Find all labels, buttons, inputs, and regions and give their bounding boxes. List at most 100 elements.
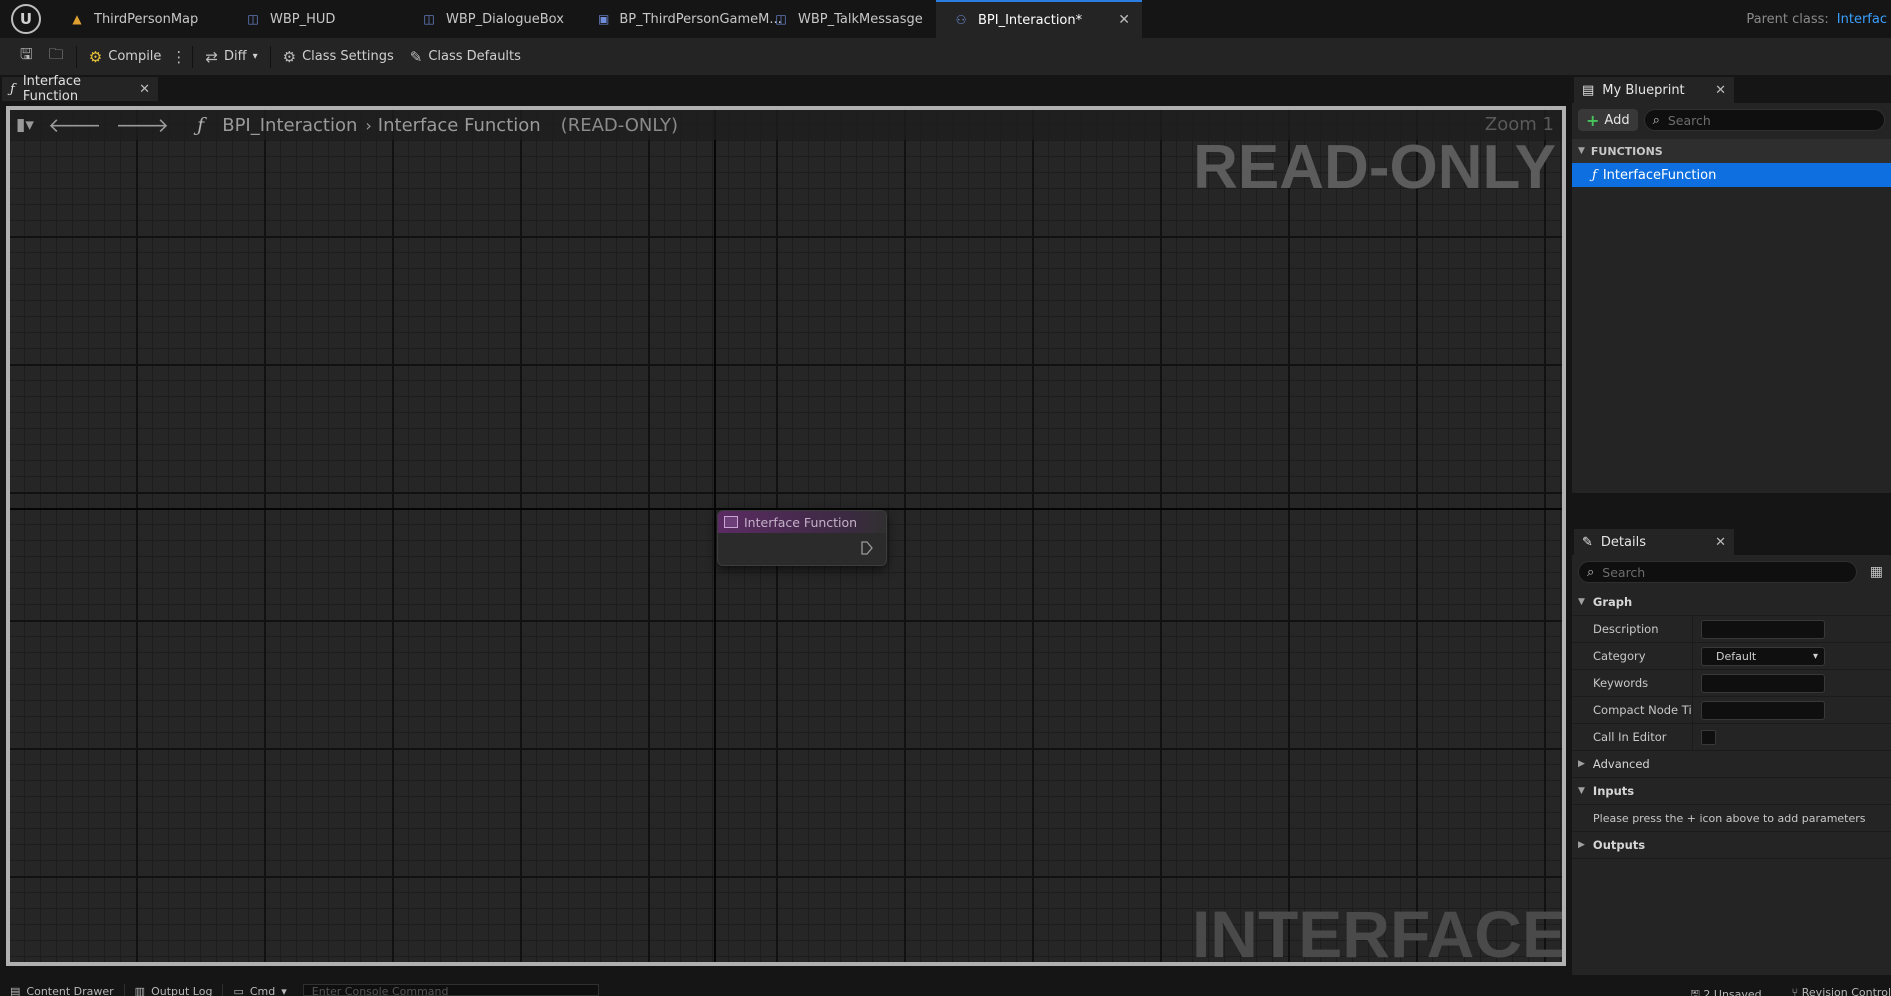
description-row: Description bbox=[1572, 616, 1891, 643]
tab-wbp-hud[interactable]: ◫ WBP_HUD bbox=[228, 0, 404, 38]
table-view-icon[interactable]: ▦ bbox=[1870, 564, 1883, 580]
close-tab-icon[interactable]: ✕ bbox=[1715, 83, 1726, 98]
outputs-section-header[interactable]: ▶ Outputs bbox=[1572, 832, 1891, 859]
functions-section-header[interactable]: ▼ FUNCTIONS bbox=[1572, 139, 1891, 163]
close-tab-icon[interactable]: ✕ bbox=[1715, 535, 1726, 550]
advanced-section-header[interactable]: ▶ Advanced bbox=[1572, 751, 1891, 778]
details-search-input[interactable]: ⌕ Search bbox=[1578, 561, 1857, 583]
tab-label: ThirdPersonMap bbox=[94, 11, 199, 27]
compact-node-title-field[interactable] bbox=[1701, 700, 1825, 720]
graph-section-header[interactable]: ▼ Graph bbox=[1572, 589, 1891, 616]
console-icon: ▭ bbox=[233, 984, 244, 996]
inputs-section-header[interactable]: ▼ Inputs bbox=[1572, 778, 1891, 805]
compile-button[interactable]: ⚙ Compile bbox=[81, 42, 170, 72]
diff-button[interactable]: ⇄ Diff ▾ bbox=[197, 42, 265, 72]
compile-label: Compile bbox=[108, 49, 162, 64]
graph-tab-strip: ƒ Interface Function ✕ bbox=[0, 74, 1572, 104]
collapse-triangle-icon: ▼ bbox=[1578, 786, 1585, 796]
description-field[interactable] bbox=[1701, 619, 1825, 639]
forward-arrow-icon[interactable]: 🡒 bbox=[116, 113, 170, 137]
toolbar-divider bbox=[269, 45, 271, 68]
widget-blueprint-icon: ◫ bbox=[775, 12, 787, 26]
toolbar-divider bbox=[75, 45, 77, 68]
unreal-logo-icon[interactable]: U bbox=[0, 0, 52, 38]
function-item-interfacefunction[interactable]: ƒ InterfaceFunction bbox=[1572, 163, 1891, 187]
graph-editor-canvas[interactable]: ▮▾ 🡐 🡒 ƒ BPI_Interaction › Interface Fun… bbox=[6, 106, 1566, 966]
details-tab-label: Details bbox=[1600, 534, 1646, 550]
function-item-label: InterfaceFunction bbox=[1602, 167, 1717, 183]
advanced-section-label: Advanced bbox=[1592, 757, 1650, 771]
book-icon: ▤ bbox=[1582, 82, 1595, 98]
gear-icon: ⚙ bbox=[282, 47, 297, 66]
revision-control-label: Revision Control bbox=[1801, 986, 1891, 996]
keywords-label: Keywords bbox=[1593, 676, 1649, 690]
add-button[interactable]: + Add bbox=[1578, 109, 1638, 131]
class-settings-label: Class Settings bbox=[302, 49, 394, 64]
tab-bpi-interaction[interactable]: ⚇ BPI_Interaction* ✕ bbox=[936, 0, 1142, 38]
tab-label: BPI_Interaction* bbox=[978, 12, 1083, 28]
call-in-editor-checkbox[interactable] bbox=[1701, 729, 1716, 745]
diff-label: Diff bbox=[224, 49, 247, 64]
output-log-label: Output Log bbox=[151, 984, 213, 996]
close-tab-icon[interactable]: ✕ bbox=[139, 82, 150, 97]
my-blueprint-tab-row: ▤ My Blueprint ✕ bbox=[1572, 75, 1891, 103]
chevron-down-icon: ▾ bbox=[252, 51, 258, 62]
console-command-input[interactable]: Enter Console Command bbox=[302, 984, 599, 996]
description-label: Description bbox=[1593, 622, 1659, 636]
exec-output-pin-icon[interactable] bbox=[861, 541, 873, 555]
parent-class-link[interactable]: Interfac bbox=[1837, 12, 1887, 27]
revision-control-button[interactable]: ⑂ Revision Control bbox=[1792, 986, 1891, 996]
graph-options-dropdown[interactable]: ▮▾ bbox=[16, 115, 34, 135]
compile-options-button[interactable]: ⋮ bbox=[169, 42, 188, 72]
details-tab-row: ✎ Details ✕ bbox=[1572, 527, 1891, 555]
close-tab-icon[interactable]: ✕ bbox=[1118, 12, 1130, 28]
inputs-help-text: Please press the + icon above to add par… bbox=[1572, 805, 1891, 832]
browse-button[interactable]: 🗀 bbox=[41, 42, 72, 72]
category-row: Category Default ▾ bbox=[1572, 643, 1891, 670]
tab-label: WBP_TalkMessasge bbox=[798, 11, 923, 27]
tab-bp-thirdpersongamemode[interactable]: ▣ BP_ThirdPersonGameM... bbox=[580, 0, 782, 38]
breadcrumb-current[interactable]: Interface Function bbox=[378, 115, 541, 136]
graph-tab-interface-function[interactable]: ƒ Interface Function ✕ bbox=[2, 74, 158, 104]
details-tab[interactable]: ✎ Details ✕ bbox=[1574, 529, 1734, 555]
my-blueprint-panel: + Add ⌕ Search ▼ FUNCTIONS ƒ InterfaceFu… bbox=[1572, 103, 1891, 493]
class-defaults-button[interactable]: ✎ Class Defaults bbox=[402, 42, 529, 72]
pencil-icon: ✎ bbox=[1582, 534, 1593, 550]
tab-label: WBP_HUD bbox=[270, 11, 336, 27]
expand-triangle-icon: ▶ bbox=[1578, 759, 1585, 769]
graph-tab-label: Interface Function bbox=[22, 74, 82, 104]
save-button[interactable]: 🖫 bbox=[12, 42, 41, 72]
keywords-field[interactable] bbox=[1701, 673, 1825, 693]
tab-wbp-dialoguebox[interactable]: ◫ WBP_DialogueBox bbox=[404, 0, 580, 38]
search-placeholder: Search bbox=[1667, 112, 1711, 128]
content-drawer-button[interactable]: ▤ Content Drawer bbox=[0, 984, 125, 996]
category-dropdown[interactable]: Default ▾ bbox=[1701, 646, 1825, 666]
interface-watermark: INTERFACE bbox=[1191, 897, 1566, 966]
tab-third-person-map[interactable]: ▲ ThirdPersonMap bbox=[52, 0, 228, 38]
class-defaults-label: Class Defaults bbox=[428, 49, 521, 64]
cmd-label: Cmd bbox=[249, 984, 276, 996]
read-only-watermark: READ-ONLY bbox=[1193, 133, 1556, 202]
function-icon: ƒ bbox=[1592, 167, 1597, 183]
class-settings-button[interactable]: ⚙ Class Settings bbox=[275, 42, 402, 72]
call-in-editor-row: Call In Editor bbox=[1572, 724, 1891, 751]
status-bar: ▤ Content Drawer ▥ Output Log ▭ Cmd ▾ En… bbox=[0, 984, 1891, 996]
my-blueprint-tab[interactable]: ▤ My Blueprint ✕ bbox=[1574, 77, 1734, 103]
node-header: Interface Function bbox=[718, 511, 886, 533]
back-arrow-icon[interactable]: 🡐 bbox=[48, 113, 102, 137]
output-log-button[interactable]: ▥ Output Log bbox=[125, 984, 224, 996]
details-search-bar: ⌕ Search ▦ bbox=[1572, 555, 1891, 589]
unsaved-indicator[interactable]: 🖫 2 Unsaved bbox=[1691, 986, 1762, 996]
revision-control-icon: ⑂ bbox=[1791, 986, 1799, 996]
breadcrumb-root[interactable]: BPI_Interaction bbox=[222, 115, 357, 136]
collapse-triangle-icon: ▼ bbox=[1578, 597, 1585, 607]
chevron-down-icon: ▾ bbox=[281, 984, 287, 996]
tab-wbp-talkmessasge[interactable]: ◫ WBP_TalkMessasge bbox=[756, 0, 932, 38]
document-tab-bar: U ▲ ThirdPersonMap ◫ WBP_HUD ◫ WBP_Dialo… bbox=[0, 0, 1891, 38]
function-icon: ƒ bbox=[197, 114, 205, 136]
right-panel: ▤ My Blueprint ✕ + Add ⌕ Search ▼ FUNCTI… bbox=[1572, 75, 1891, 975]
interface-function-node[interactable]: Interface Function bbox=[717, 510, 887, 566]
cmd-dropdown[interactable]: ▭ Cmd ▾ bbox=[223, 984, 296, 996]
my-blueprint-search-input[interactable]: ⌕ Search bbox=[1643, 109, 1885, 131]
category-label: Category bbox=[1593, 649, 1646, 663]
